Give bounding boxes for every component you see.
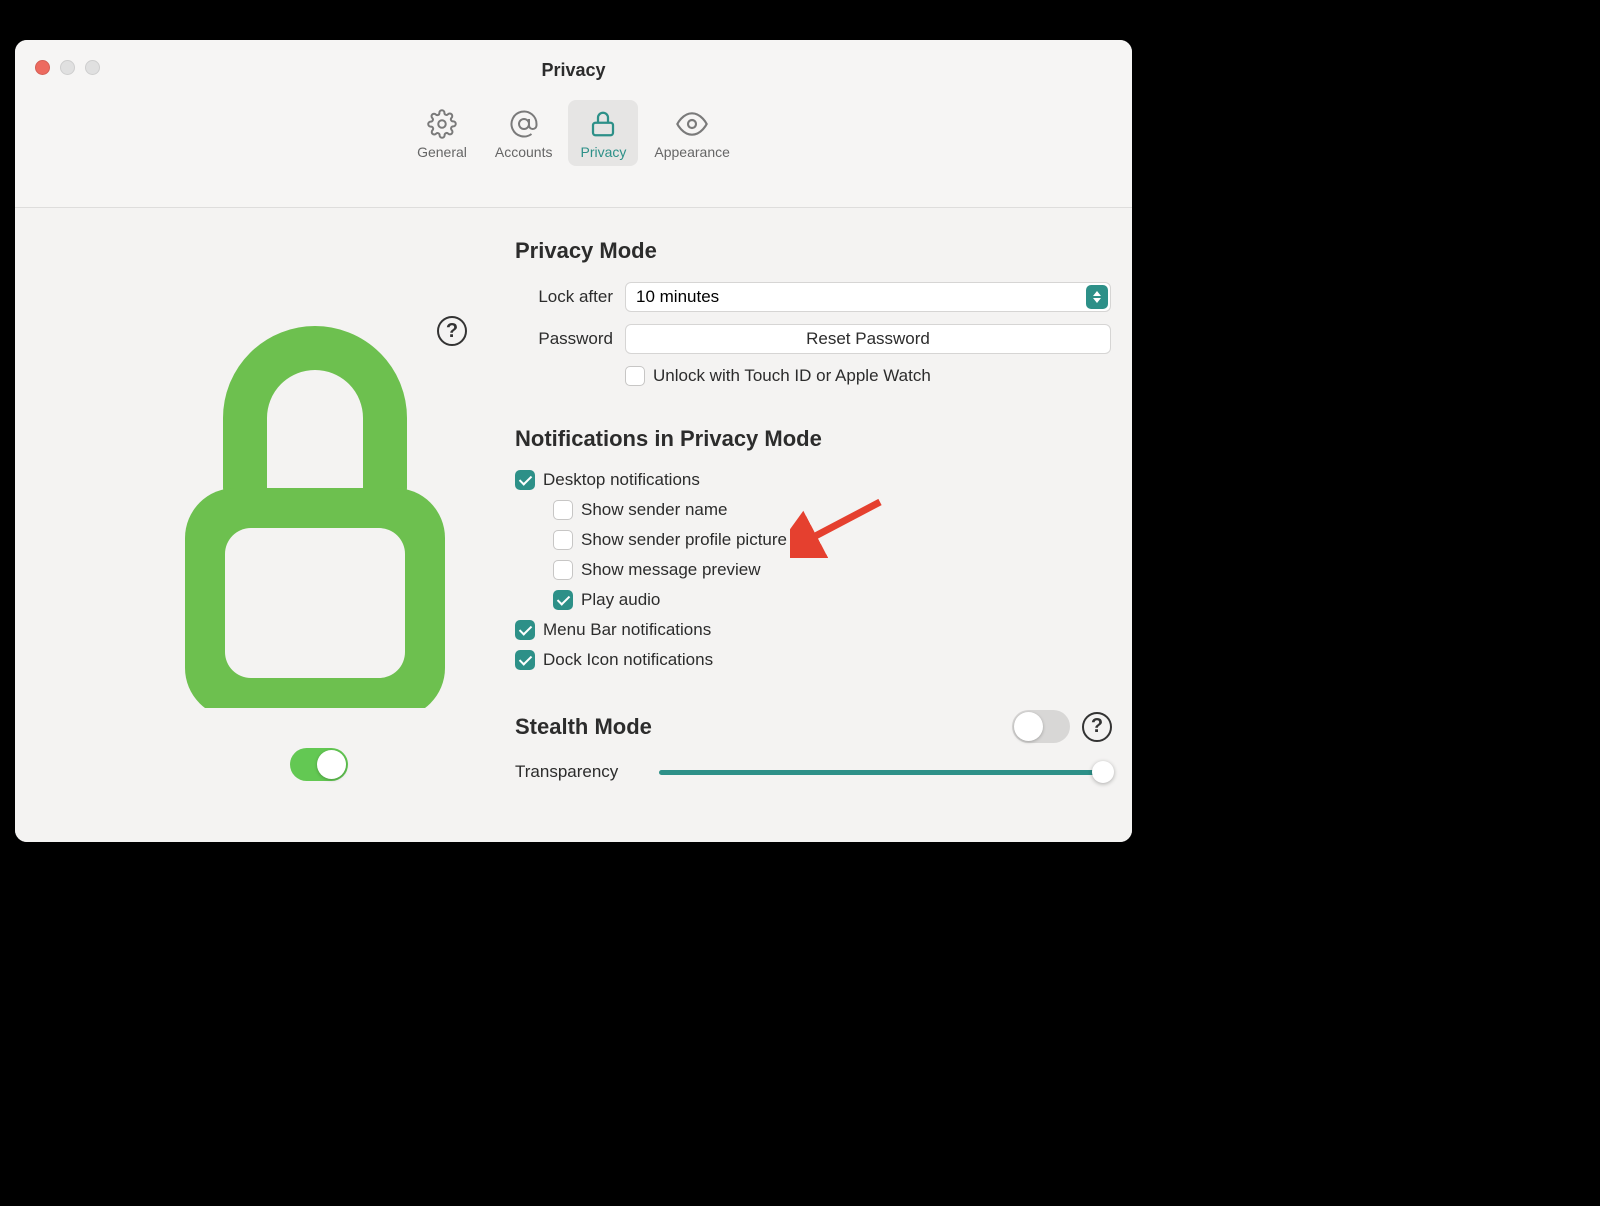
menu-bar-notifications-checkbox[interactable] bbox=[515, 620, 535, 640]
settings-panel: Privacy Mode Lock after 10 minutes Passw… bbox=[515, 208, 1132, 842]
help-icon[interactable]: ? bbox=[1082, 712, 1112, 742]
tab-accounts[interactable]: Accounts bbox=[483, 100, 565, 166]
desktop-notifications-row: Desktop notifications bbox=[515, 470, 1112, 490]
tab-privacy[interactable]: Privacy bbox=[568, 100, 638, 166]
show-sender-name-row: Show sender name bbox=[553, 500, 1112, 520]
password-row: Password Reset Password bbox=[515, 324, 1112, 354]
preferences-window: Privacy General Accounts Privacy bbox=[15, 40, 1132, 842]
tab-label: Appearance bbox=[654, 144, 730, 160]
dock-icon-notifications-row: Dock Icon notifications bbox=[515, 650, 1112, 670]
desktop-notifications-checkbox[interactable] bbox=[515, 470, 535, 490]
menu-bar-notifications-row: Menu Bar notifications bbox=[515, 620, 1112, 640]
unlock-touchid-label: Unlock with Touch ID or Apple Watch bbox=[653, 366, 931, 386]
menu-bar-notifications-label: Menu Bar notifications bbox=[543, 620, 711, 640]
show-sender-name-checkbox[interactable] bbox=[553, 500, 573, 520]
stealth-mode-heading: Stealth Mode bbox=[515, 714, 1000, 740]
play-audio-checkbox[interactable] bbox=[553, 590, 573, 610]
unlock-touchid-row: Unlock with Touch ID or Apple Watch bbox=[625, 366, 1112, 386]
privacy-mode-heading: Privacy Mode bbox=[515, 238, 1112, 264]
tab-appearance[interactable]: Appearance bbox=[642, 100, 742, 166]
show-sender-name-label: Show sender name bbox=[581, 500, 727, 520]
chevron-updown-icon bbox=[1086, 285, 1108, 309]
window-title: Privacy bbox=[15, 60, 1132, 81]
notifications-heading: Notifications in Privacy Mode bbox=[515, 426, 1112, 452]
play-audio-row: Play audio bbox=[553, 590, 1112, 610]
unlock-touchid-checkbox[interactable] bbox=[625, 366, 645, 386]
show-sender-picture-row: Show sender profile picture bbox=[553, 530, 1112, 550]
titlebar: Privacy General Accounts Privacy bbox=[15, 40, 1132, 208]
privacy-illustration-panel: ? bbox=[15, 208, 515, 842]
transparency-label: Transparency bbox=[515, 762, 645, 782]
tab-general[interactable]: General bbox=[405, 100, 479, 166]
show-message-preview-label: Show message preview bbox=[581, 560, 761, 580]
slider-thumb bbox=[1092, 761, 1114, 783]
show-message-preview-checkbox[interactable] bbox=[553, 560, 573, 580]
content-area: ? Privacy Mode Lock after 10 minutes bbox=[15, 208, 1132, 842]
gear-icon bbox=[426, 108, 458, 140]
eye-icon bbox=[676, 108, 708, 140]
lock-after-row: Lock after 10 minutes bbox=[515, 282, 1112, 312]
show-message-preview-row: Show message preview bbox=[553, 560, 1112, 580]
stealth-mode-toggle[interactable] bbox=[1012, 710, 1070, 743]
preferences-tabs: General Accounts Privacy Appearance bbox=[15, 100, 1132, 166]
tab-label: Accounts bbox=[495, 144, 553, 160]
tab-label: Privacy bbox=[580, 144, 626, 160]
dock-icon-notifications-checkbox[interactable] bbox=[515, 650, 535, 670]
show-sender-picture-label: Show sender profile picture bbox=[581, 530, 787, 550]
password-label: Password bbox=[515, 329, 625, 349]
lock-after-select[interactable]: 10 minutes bbox=[625, 282, 1111, 312]
slider-track bbox=[659, 770, 1112, 775]
reset-password-button[interactable]: Reset Password bbox=[625, 324, 1111, 354]
lock-after-value: 10 minutes bbox=[636, 287, 719, 307]
dock-icon-notifications-label: Dock Icon notifications bbox=[543, 650, 713, 670]
tab-label: General bbox=[417, 144, 467, 160]
desktop-notifications-label: Desktop notifications bbox=[543, 470, 700, 490]
privacy-mode-toggle[interactable] bbox=[290, 748, 348, 781]
stealth-mode-row: Stealth Mode ? bbox=[515, 710, 1112, 743]
transparency-row: Transparency bbox=[515, 761, 1112, 783]
show-sender-picture-checkbox[interactable] bbox=[553, 530, 573, 550]
at-icon bbox=[508, 108, 540, 140]
lock-icon bbox=[587, 108, 619, 140]
transparency-slider[interactable] bbox=[659, 761, 1112, 783]
privacy-lock-illustration bbox=[175, 308, 455, 713]
lock-after-label: Lock after bbox=[515, 287, 625, 307]
play-audio-label: Play audio bbox=[581, 590, 660, 610]
